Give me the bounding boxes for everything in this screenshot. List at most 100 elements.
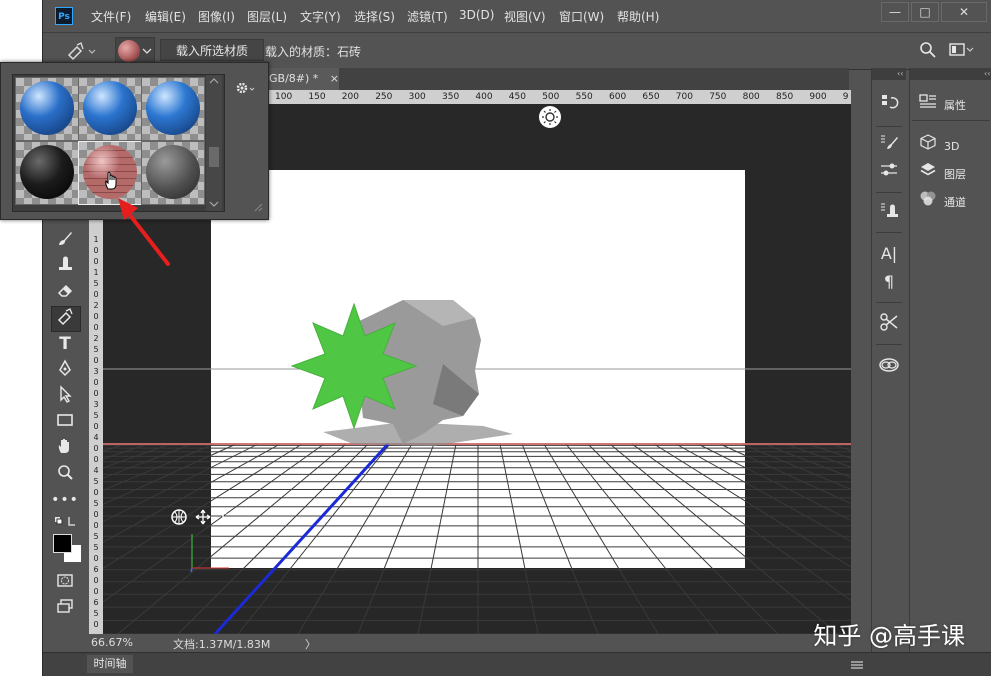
menu-window[interactable]: 窗口(W) <box>559 8 604 25</box>
tools-panel: T ••• <box>47 200 83 634</box>
workspace-switcher-icon[interactable] <box>949 41 975 59</box>
load-selected-material-button[interactable]: 载入所选材质 <box>160 39 264 61</box>
material-drop-tool-icon[interactable] <box>51 306 81 332</box>
eraser-tool-icon[interactable] <box>51 280 79 304</box>
ruler-tick-label: 0 <box>93 521 99 530</box>
collapse-arrows-icon[interactable]: ‹‹ <box>910 68 991 80</box>
panel-menu-icon[interactable] <box>851 659 863 669</box>
more-tools-icon[interactable]: ••• <box>51 488 79 512</box>
menu-file[interactable]: 文件(F) <box>91 8 131 25</box>
ruler-tick-label: 5 <box>93 477 99 486</box>
ruler-tick-label: 500 <box>542 92 560 102</box>
clone-stamp-tool-icon[interactable] <box>51 254 79 278</box>
ruler-tick-label: 200 <box>341 92 359 102</box>
timeline-bar: 时间轴 <box>43 652 991 676</box>
ruler-tick-label: 350 <box>442 92 460 102</box>
menu-select[interactable]: 选择(S) <box>354 8 395 25</box>
brush-tool-icon[interactable] <box>51 228 79 252</box>
status-arrow-icon[interactable]: 〉 <box>305 636 316 652</box>
pen-tool-icon[interactable] <box>51 358 79 382</box>
picker-scrollbar[interactable] <box>206 75 222 211</box>
layers-panel-button[interactable]: 图层 <box>918 162 991 184</box>
menu-filter[interactable]: 滤镜(T) <box>407 8 448 25</box>
swap-colors-icon[interactable] <box>51 512 79 528</box>
ps-logo-icon: Ps <box>55 7 73 25</box>
ruler-tick-label: 5 <box>93 345 99 354</box>
history-icon[interactable] <box>877 92 901 116</box>
ruler-tick-label: 5 <box>93 543 99 552</box>
ruler-tick-label: 0 <box>93 510 99 519</box>
material-swatch-blue-1[interactable] <box>15 77 79 141</box>
menu-layer[interactable]: 图层(L) <box>247 8 287 25</box>
ruler-tick-label: 1 <box>93 268 99 277</box>
menu-image[interactable]: 图像(I) <box>198 8 235 25</box>
paragraph-icon[interactable]: ¶ <box>877 270 901 294</box>
ruler-tick-label: 250 <box>375 92 393 102</box>
minimize-button[interactable]: — <box>881 2 909 22</box>
ruler-tick-label: 4 <box>93 433 99 442</box>
light-icon[interactable] <box>539 106 561 128</box>
maximize-button[interactable]: □ <box>911 2 939 22</box>
libraries-icon[interactable] <box>877 354 901 378</box>
material-drop-tool-icon[interactable] <box>65 41 97 61</box>
material-ball <box>146 81 200 135</box>
collapsed-panels-strip: ‹‹ A| ¶ <box>871 68 906 652</box>
menu-help[interactable]: 帮助(H) <box>617 8 659 25</box>
close-window-button[interactable]: ✕ <box>941 2 987 22</box>
ruler-tick-label: 0 <box>93 422 99 431</box>
character-icon[interactable]: A| <box>877 242 901 266</box>
path-selection-tool-icon[interactable] <box>51 384 79 408</box>
clone-source-icon[interactable] <box>877 200 901 224</box>
color-swatches[interactable] <box>53 534 83 564</box>
ruler-tick-label: 5 <box>93 411 99 420</box>
close-tab-icon[interactable]: × <box>330 72 339 85</box>
timeline-tab[interactable]: 时间轴 <box>87 655 133 673</box>
ruler-tick-label: 0 <box>93 312 99 321</box>
menu-view[interactable]: 视图(V) <box>504 8 546 25</box>
properties-panel-button[interactable]: 属性 <box>918 93 991 115</box>
scrollbar-thumb[interactable] <box>209 147 219 167</box>
resize-grip-icon[interactable] <box>253 201 263 212</box>
search-icon[interactable] <box>919 41 937 59</box>
brush-presets-icon[interactable] <box>877 160 901 184</box>
ruler-tick-label: 5 <box>93 279 99 288</box>
brush-settings-icon[interactable] <box>877 132 901 156</box>
material-ball <box>83 81 137 135</box>
ruler-tick-label: 0 <box>93 554 99 563</box>
ruler-tick-label: 300 <box>408 92 426 102</box>
ruler-tick-label: 550 <box>575 92 593 102</box>
ruler-tick-label: 800 <box>742 92 760 102</box>
picker-settings-gear-icon[interactable] <box>235 81 257 95</box>
zoom-tool-icon[interactable] <box>51 462 79 486</box>
zoom-level[interactable]: 66.67% <box>91 636 133 649</box>
ruler-tick-label: 0 <box>93 246 99 255</box>
material-swatch-black[interactable] <box>15 141 79 205</box>
3d-panel-button[interactable]: 3D <box>918 134 991 156</box>
foreground-color-swatch[interactable] <box>53 534 72 553</box>
tool-presets-icon[interactable] <box>877 312 901 336</box>
menu-edit[interactable]: 编辑(E) <box>145 8 186 25</box>
menu-3d[interactable]: 3D(D) <box>459 8 494 22</box>
type-tool-icon[interactable]: T <box>51 332 79 356</box>
collapse-arrows-icon[interactable]: ‹‹ <box>872 68 906 80</box>
material-swatch-blue-3[interactable] <box>141 77 205 141</box>
menu-type[interactable]: 文字(Y) <box>300 8 341 25</box>
ruler-tick-label: 0 <box>93 378 99 387</box>
channels-panel-button[interactable]: 通道 <box>918 190 991 212</box>
document-size: 文档:1.37M/1.83M <box>173 638 271 651</box>
ruler-tick-label: 2 <box>93 301 99 310</box>
3d-cube-icon <box>918 134 938 157</box>
rectangle-tool-icon[interactable] <box>51 410 79 434</box>
red-arrow-annotation <box>118 198 170 266</box>
channels-icon <box>918 190 938 213</box>
material-picker-dropdown[interactable] <box>115 37 155 65</box>
ruler-tick-label: 0 <box>93 444 99 453</box>
screen-mode-icon[interactable] <box>51 596 79 620</box>
ruler-tick-label: 5 <box>93 532 99 541</box>
layers-icon <box>918 162 938 185</box>
hand-tool-icon[interactable] <box>51 436 79 460</box>
material-ball <box>20 145 74 199</box>
material-swatch-blue-2[interactable] <box>78 77 142 141</box>
ruler-tick-label: 0 <box>93 576 99 585</box>
quick-mask-icon[interactable] <box>51 570 79 594</box>
